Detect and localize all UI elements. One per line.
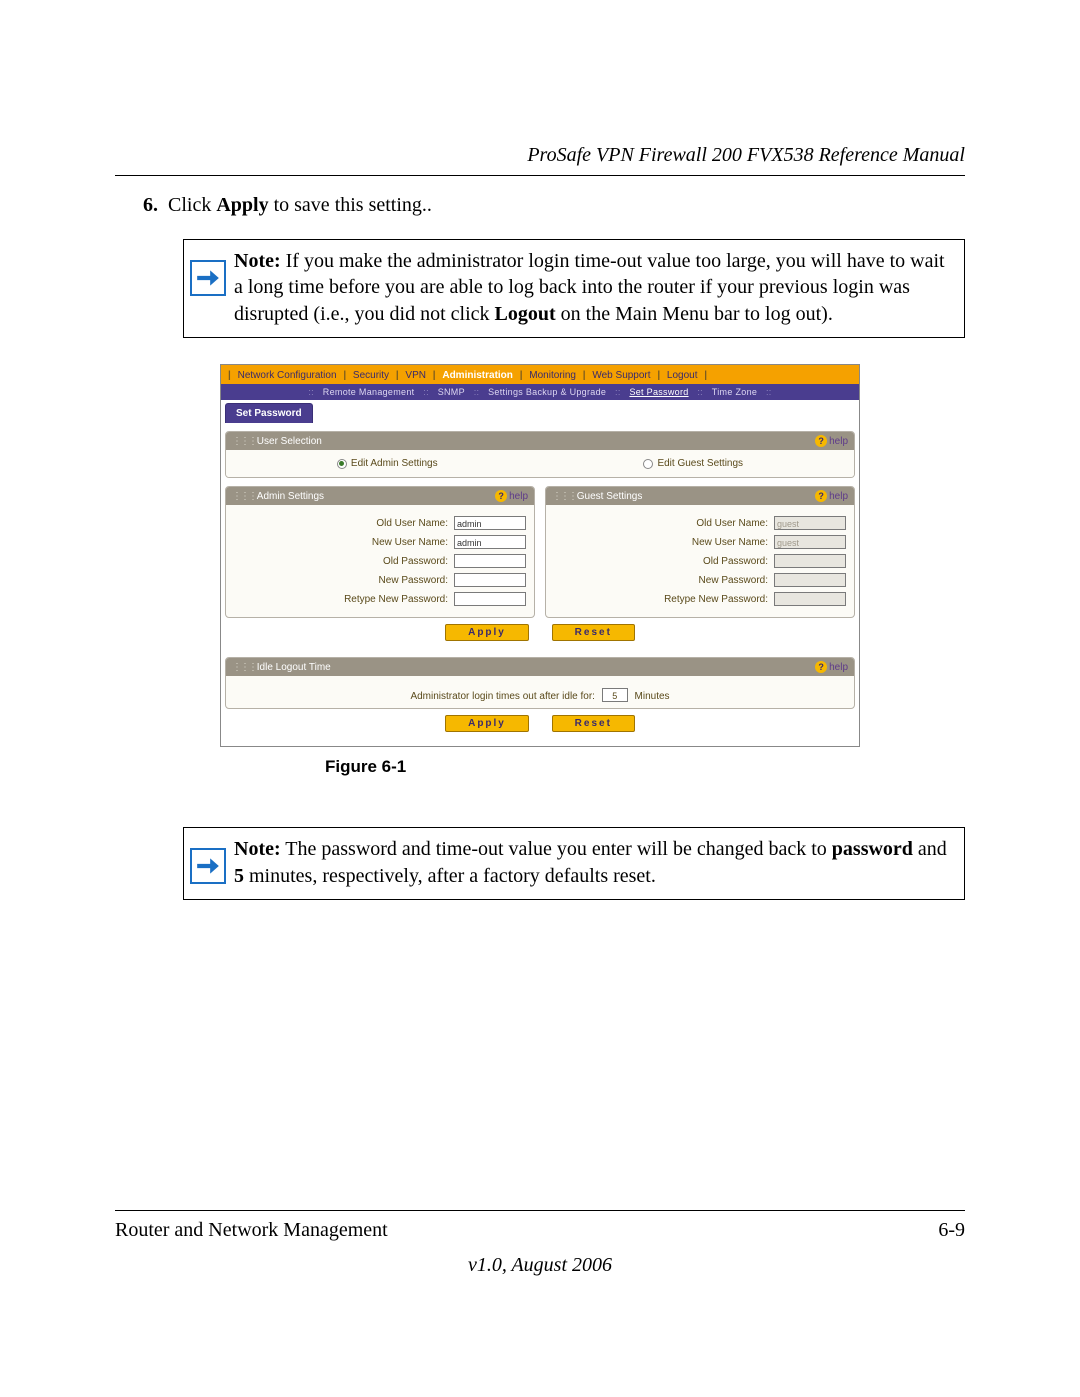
sub-nav: :: Remote Management :: SNMP :: Settings…: [221, 384, 859, 400]
reset-button[interactable]: Reset: [552, 624, 635, 641]
subnav-time-zone[interactable]: Time Zone: [712, 387, 757, 397]
panel-title-guest: Guest Settings: [552, 491, 642, 502]
figure-label: Figure 6-1: [325, 757, 965, 777]
panel-idle-logout: Idle Logout Time ?help Administrator log…: [225, 657, 855, 709]
help-link[interactable]: ?help: [815, 490, 848, 502]
page-number: 6-9: [938, 1219, 965, 1242]
reset-button-2[interactable]: Reset: [552, 715, 635, 732]
note-icon-cell: [190, 834, 226, 884]
subnav-set-password[interactable]: Set Password: [629, 387, 688, 397]
note-box-2: Note: The password and time-out value yo…: [183, 827, 965, 900]
nav-security[interactable]: Security: [350, 370, 392, 381]
panel-guest-settings: Guest Settings ?help Old User Name:guest…: [545, 486, 855, 618]
panel-title-admin: Admin Settings: [232, 491, 324, 502]
admin-retype-pw-input[interactable]: [454, 592, 526, 606]
footer-left: Router and Network Management: [115, 1219, 388, 1242]
nav-logout[interactable]: Logout: [664, 370, 701, 381]
idle-minutes-input[interactable]: 5: [602, 688, 628, 702]
nav-network-config[interactable]: Network Configuration: [235, 370, 340, 381]
guest-retype-pw-input: [774, 592, 846, 606]
note-text: Note: The password and time-out value yo…: [226, 834, 956, 889]
help-link[interactable]: ?help: [495, 490, 528, 502]
step-line: 6.Click Apply to save this setting..: [115, 194, 965, 217]
footer-version: v1.0, August 2006: [115, 1254, 965, 1277]
panel-admin-settings: Admin Settings ?help Old User Name:admin…: [225, 486, 535, 618]
radio-edit-guest[interactable]: Edit Guest Settings: [643, 458, 743, 469]
panel-title-idle: Idle Logout Time: [232, 662, 331, 673]
tab-set-password[interactable]: Set Password: [225, 403, 313, 423]
nav-administration[interactable]: Administration: [439, 370, 516, 381]
subnav-snmp[interactable]: SNMP: [438, 387, 465, 397]
guest-old-user-input: guest: [774, 516, 846, 530]
admin-old-user-input[interactable]: admin: [454, 516, 526, 530]
help-link[interactable]: ?help: [815, 661, 848, 673]
guest-new-pw-input: [774, 573, 846, 587]
subnav-settings-backup[interactable]: Settings Backup & Upgrade: [488, 387, 606, 397]
admin-old-pw-input[interactable]: [454, 554, 526, 568]
note-icon-cell: [190, 246, 226, 296]
radio-off-icon: [643, 459, 653, 469]
main-nav: | Network Configuration | Security | VPN…: [221, 365, 859, 384]
radio-on-icon: [337, 459, 347, 469]
guest-old-pw-input: [774, 554, 846, 568]
panel-user-selection: User Selection ?help Edit Admin Settings…: [225, 431, 855, 478]
guest-new-user-input: guest: [774, 535, 846, 549]
radio-edit-admin[interactable]: Edit Admin Settings: [337, 458, 438, 469]
panel-title-user-selection: User Selection: [232, 436, 322, 447]
arrow-right-icon: [190, 848, 226, 884]
nav-monitoring[interactable]: Monitoring: [526, 370, 579, 381]
note-box-1: Note: If you make the administrator logi…: [183, 239, 965, 338]
admin-new-pw-input[interactable]: [454, 573, 526, 587]
note-text: Note: If you make the administrator logi…: [226, 246, 956, 327]
nav-web-support[interactable]: Web Support: [589, 370, 653, 381]
help-link[interactable]: ?help: [815, 435, 848, 447]
header-title: ProSafe VPN Firewall 200 FVX538 Referenc…: [115, 144, 965, 167]
router-ui-screenshot: | Network Configuration | Security | VPN…: [220, 364, 860, 747]
nav-vpn[interactable]: VPN: [402, 370, 429, 381]
header-rule: [115, 175, 965, 176]
step-number: 6.: [143, 194, 158, 216]
admin-new-user-input[interactable]: admin: [454, 535, 526, 549]
subnav-remote-management[interactable]: Remote Management: [323, 387, 415, 397]
apply-button-2[interactable]: Apply: [445, 715, 529, 732]
apply-button[interactable]: Apply: [445, 624, 529, 641]
arrow-right-icon: [190, 260, 226, 296]
page-footer: Router and Network Management 6-9 v1.0, …: [115, 1210, 965, 1277]
